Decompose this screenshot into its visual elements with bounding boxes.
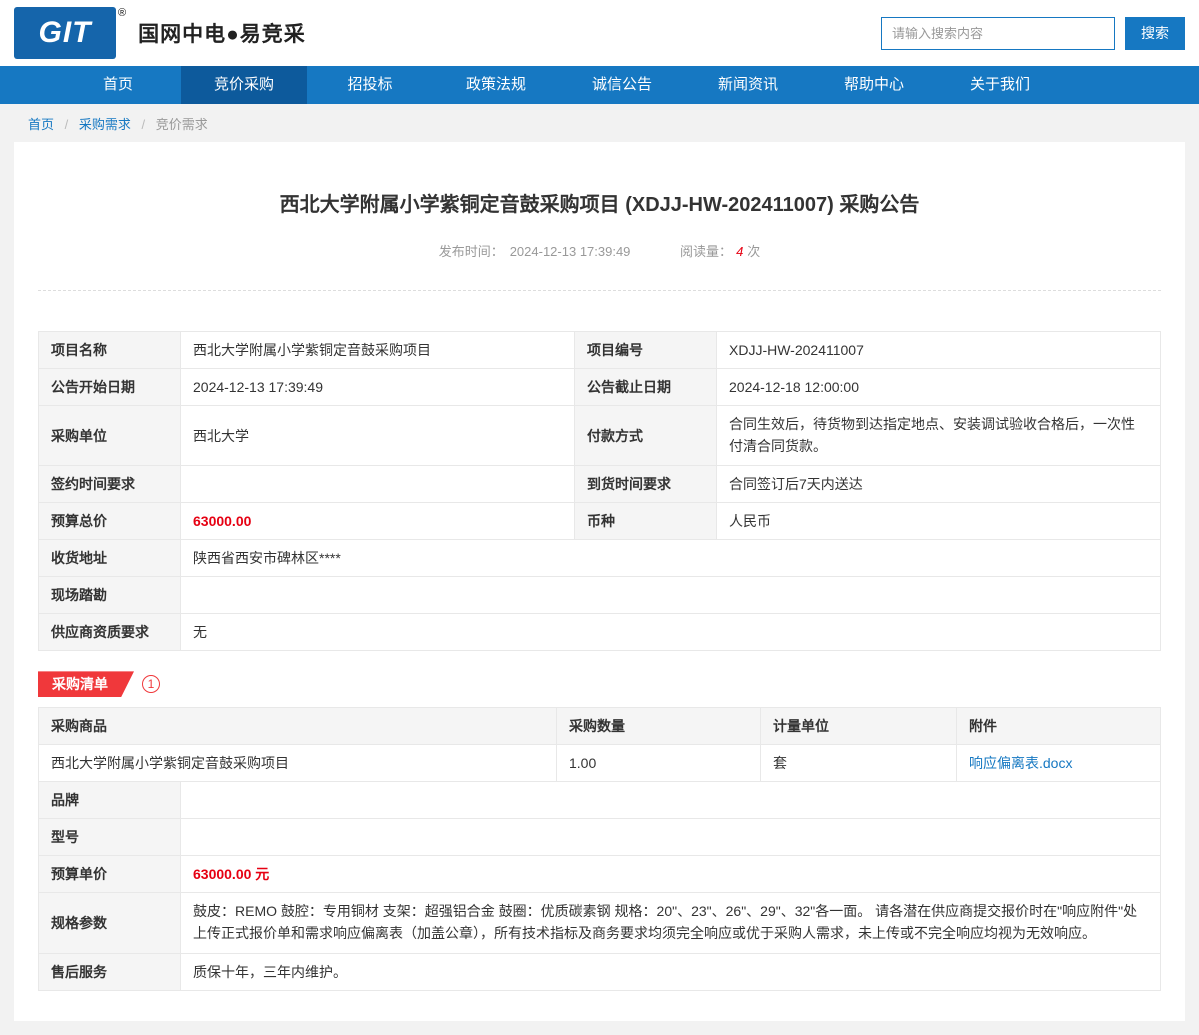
item-unit: 套 (761, 745, 957, 782)
project-info-table: 项目名称 西北大学附属小学紫铜定音鼓采购项目 项目编号 XDJJ-HW-2024… (38, 331, 1161, 651)
nav-item-home[interactable]: 首页 (55, 66, 181, 104)
project-name-value: 西北大学附属小学紫铜定音鼓采购项目 (181, 332, 575, 369)
table-row: 现场踏勘 (39, 577, 1161, 614)
end-date-value: 2024-12-18 12:00:00 (717, 369, 1161, 406)
site-logo[interactable]: GIT (14, 7, 116, 59)
table-row: 预算单价 63000.00 元 (39, 856, 1161, 893)
col-header-quantity: 采购数量 (557, 708, 761, 745)
publish-time-label: 发布时间： (439, 244, 504, 259)
views-count: 4 (736, 244, 743, 259)
start-date-label: 公告开始日期 (39, 369, 181, 406)
brand-value (181, 782, 1161, 819)
address-label: 收货地址 (39, 540, 181, 577)
col-header-attachment: 附件 (957, 708, 1161, 745)
model-value (181, 819, 1161, 856)
spec-label: 规格参数 (39, 893, 181, 953)
table-row: 预算总价 63000.00 币种 人民币 (39, 503, 1161, 540)
announcement-card: 西北大学附属小学紫铜定音鼓采购项目 (XDJJ-HW-202411007) 采购… (14, 142, 1185, 1021)
start-date-value: 2024-12-13 17:39:49 (181, 369, 575, 406)
attachment-link[interactable]: 响应偏离表.docx (969, 755, 1072, 771)
budget-value: 63000.00 (181, 503, 575, 540)
purchase-list-count-badge: 1 (142, 675, 160, 693)
service-value: 质保十年，三年内维护。 (181, 953, 1161, 990)
item-product: 西北大学附属小学紫铜定音鼓采购项目 (39, 745, 557, 782)
nav-item-integrity[interactable]: 诚信公告 (559, 66, 685, 104)
table-row: 公告开始日期 2024-12-13 17:39:49 公告截止日期 2024-1… (39, 369, 1161, 406)
payment-label: 付款方式 (575, 406, 717, 466)
table-row: 售后服务 质保十年，三年内维护。 (39, 953, 1161, 990)
table-row: 采购单位 西北大学 付款方式 合同生效后，待货物到达指定地点、安装调试验收合格后… (39, 406, 1161, 466)
service-label: 售后服务 (39, 953, 181, 990)
views-label: 阅读量： (680, 244, 732, 259)
table-row: 品牌 (39, 782, 1161, 819)
buyer-value: 西北大学 (181, 406, 575, 466)
search-area: 搜索 (881, 17, 1185, 50)
nav-item-news[interactable]: 新闻资讯 (685, 66, 811, 104)
announcement-meta: 发布时间： 2024-12-13 17:39:49 阅读量： 4次 (38, 241, 1161, 291)
brand: GIT ® 国网中电●易竞采 (14, 7, 306, 59)
unit-price-value: 63000.00 元 (181, 856, 1161, 893)
site-visit-value (181, 577, 1161, 614)
table-row: 规格参数 鼓皮：REMO 鼓腔：专用铜材 支架：超强铝合金 鼓圈：优质碳素钢 规… (39, 893, 1161, 953)
spec-value: 鼓皮：REMO 鼓腔：专用铜材 支架：超强铝合金 鼓圈：优质碳素钢 规格：20"… (181, 893, 1161, 953)
purchase-list-badge: 采购清单 (38, 671, 134, 697)
table-row: 西北大学附属小学紫铜定音鼓采购项目 1.00 套 响应偏离表.docx (39, 745, 1161, 782)
purchase-list-header: 采购清单 1 (38, 671, 1161, 697)
buyer-label: 采购单位 (39, 406, 181, 466)
table-row: 项目名称 西北大学附属小学紫铜定音鼓采购项目 项目编号 XDJJ-HW-2024… (39, 332, 1161, 369)
delivery-time-value: 合同签订后7天内送达 (717, 466, 1161, 503)
nav-item-help[interactable]: 帮助中心 (811, 66, 937, 104)
brand-label: 品牌 (39, 782, 181, 819)
purchase-list-table: 采购商品 采购数量 计量单位 附件 西北大学附属小学紫铜定音鼓采购项目 1.00… (38, 707, 1161, 990)
search-button[interactable]: 搜索 (1125, 17, 1185, 50)
table-row: 签约时间要求 到货时间要求 合同签订后7天内送达 (39, 466, 1161, 503)
delivery-time-label: 到货时间要求 (575, 466, 717, 503)
nav-item-policy[interactable]: 政策法规 (433, 66, 559, 104)
end-date-label: 公告截止日期 (575, 369, 717, 406)
col-header-product: 采购商品 (39, 708, 557, 745)
breadcrumb: 首页 / 采购需求 / 竞价需求 (0, 104, 1199, 142)
logo-text: GIT (39, 16, 92, 50)
site-title: 国网中电●易竞采 (138, 18, 306, 48)
qualification-value: 无 (181, 614, 1161, 651)
sign-time-label: 签约时间要求 (39, 466, 181, 503)
model-label: 型号 (39, 819, 181, 856)
currency-value: 人民币 (717, 503, 1161, 540)
breadcrumb-separator: / (142, 117, 146, 132)
breadcrumb-home[interactable]: 首页 (28, 117, 54, 132)
project-no-value: XDJJ-HW-202411007 (717, 332, 1161, 369)
project-no-label: 项目编号 (575, 332, 717, 369)
qualification-label: 供应商资质要求 (39, 614, 181, 651)
publish-time-value: 2024-12-13 17:39:49 (510, 244, 631, 259)
site-header: GIT ® 国网中电●易竞采 搜索 (0, 0, 1199, 66)
nav-item-about[interactable]: 关于我们 (937, 66, 1063, 104)
budget-label: 预算总价 (39, 503, 181, 540)
sign-time-value (181, 466, 575, 503)
nav-item-tender[interactable]: 招投标 (307, 66, 433, 104)
table-row: 收货地址 陕西省西安市碑林区**** (39, 540, 1161, 577)
breadcrumb-purchase-demand[interactable]: 采购需求 (79, 117, 131, 132)
page-title: 西北大学附属小学紫铜定音鼓采购项目 (XDJJ-HW-202411007) 采购… (38, 142, 1161, 217)
nav-item-bidding-purchase[interactable]: 竞价采购 (181, 66, 307, 104)
item-quantity: 1.00 (557, 745, 761, 782)
table-row: 型号 (39, 819, 1161, 856)
main-nav: 首页 竞价采购 招投标 政策法规 诚信公告 新闻资讯 帮助中心 关于我们 (0, 66, 1199, 104)
address-value: 陕西省西安市碑林区**** (181, 540, 1161, 577)
search-input[interactable] (881, 17, 1115, 50)
registered-mark-icon: ® (118, 7, 126, 19)
unit-price-label: 预算单价 (39, 856, 181, 893)
col-header-unit: 计量单位 (761, 708, 957, 745)
payment-value: 合同生效后，待货物到达指定地点、安装调试验收合格后，一次性付清合同货款。 (717, 406, 1161, 466)
views-unit: 次 (747, 244, 760, 259)
table-header-row: 采购商品 采购数量 计量单位 附件 (39, 708, 1161, 745)
breadcrumb-current: 竞价需求 (156, 117, 208, 132)
project-name-label: 项目名称 (39, 332, 181, 369)
breadcrumb-separator: / (65, 117, 69, 132)
currency-label: 币种 (575, 503, 717, 540)
table-row: 供应商资质要求 无 (39, 614, 1161, 651)
site-visit-label: 现场踏勘 (39, 577, 181, 614)
